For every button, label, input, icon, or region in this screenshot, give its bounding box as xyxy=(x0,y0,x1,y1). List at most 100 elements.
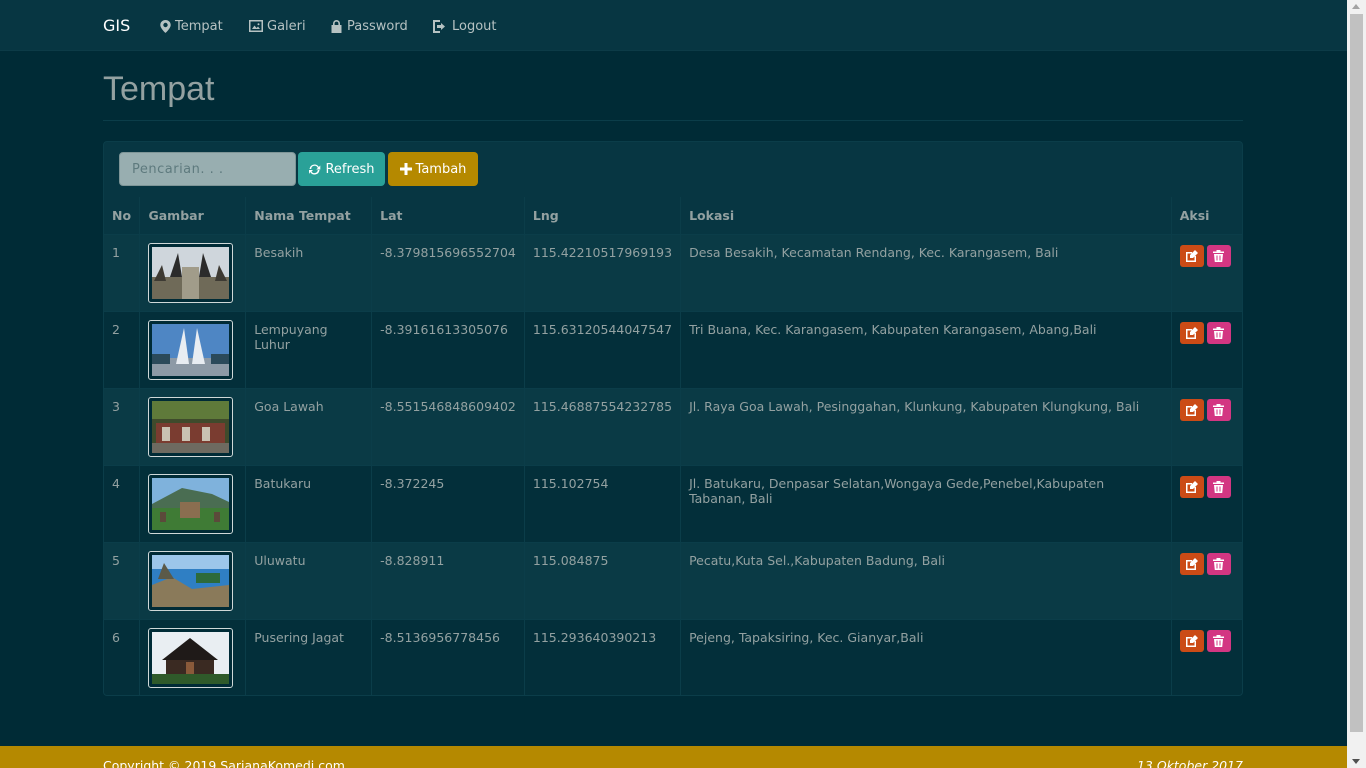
lock-icon xyxy=(331,19,342,33)
latitude: -8.5136956778456 xyxy=(371,618,525,695)
nav-item-label: Password xyxy=(347,18,408,34)
nav-item-logout[interactable]: Logout xyxy=(433,17,497,35)
location: Tri Buana, Kec. Karangasem, Kabupaten Ka… xyxy=(680,310,1172,388)
location: Desa Besakih, Kecamatan Rendang, Kec. Ka… xyxy=(680,233,1172,311)
edit-icon xyxy=(1185,480,1198,493)
nav-item-galeri[interactable]: Galeri xyxy=(249,17,306,35)
edit-button[interactable] xyxy=(1179,475,1204,498)
actions-cell xyxy=(1171,541,1242,619)
longitude: 115.084875 xyxy=(524,541,682,619)
edit-button[interactable] xyxy=(1179,244,1204,267)
row-number: 6 xyxy=(104,618,141,695)
copyright-text: Copyright © 2019 SarjanaKomedi.com xyxy=(103,758,345,768)
column-header-lng: Lng xyxy=(524,197,682,234)
image-cell xyxy=(139,310,247,388)
longitude: 115.102754 xyxy=(524,464,682,542)
delete-button[interactable] xyxy=(1206,475,1231,498)
edit-icon xyxy=(1185,326,1198,339)
latitude: -8.828911 xyxy=(371,541,525,619)
actions-cell xyxy=(1171,618,1242,695)
table-row: 6 Pusering Jagat -8.5136956778456 115.29… xyxy=(104,618,1242,695)
delete-button[interactable] xyxy=(1206,321,1231,344)
table-header-row: No Gambar Nama Tempat Lat Lng Lokasi Aks… xyxy=(104,197,1242,234)
image-cell xyxy=(139,387,247,465)
place-name: Pusering Jagat xyxy=(245,618,373,695)
scroll-thumb[interactable] xyxy=(1350,14,1363,732)
refresh-label: Refresh xyxy=(325,161,375,177)
temple-photo xyxy=(152,477,230,530)
place-name: Besakih xyxy=(245,233,373,311)
page-title: Tempat xyxy=(103,70,215,108)
temple-photo xyxy=(152,246,230,299)
actions-cell xyxy=(1171,387,1242,465)
brand[interactable]: GIS xyxy=(103,16,130,35)
place-name: Goa Lawah xyxy=(245,387,373,465)
nav-item-password[interactable]: Password xyxy=(330,17,408,35)
column-header-no: No xyxy=(104,197,141,234)
picture-icon xyxy=(249,20,263,32)
column-header-lat: Lat xyxy=(371,197,525,234)
temple-photo xyxy=(152,323,230,376)
place-thumbnail[interactable] xyxy=(148,473,234,534)
delete-button[interactable] xyxy=(1206,244,1231,267)
scroll-up-arrow[interactable] xyxy=(1352,4,1360,9)
location: Pejeng, Tapaksiring, Kec. Gianyar,Bali xyxy=(680,618,1172,695)
places-table: No Gambar Nama Tempat Lat Lng Lokasi Aks… xyxy=(104,197,1242,695)
places-panel: Refresh Tambah No Gambar Nama Tempat Lat… xyxy=(103,141,1243,696)
image-cell xyxy=(139,618,247,695)
edit-button[interactable] xyxy=(1179,629,1204,652)
longitude: 115.63120544047547 xyxy=(524,310,682,388)
image-cell xyxy=(139,233,247,311)
vertical-scrollbar[interactable] xyxy=(1347,0,1366,768)
place-name: Lempuyang Luhur xyxy=(245,310,373,388)
location: Jl. Batukaru, Denpasar Selatan,Wongaya G… xyxy=(680,464,1172,542)
longitude: 115.42210517969193 xyxy=(524,233,682,311)
scroll-down-arrow[interactable] xyxy=(1352,759,1360,764)
delete-button[interactable] xyxy=(1206,552,1231,575)
edit-button[interactable] xyxy=(1179,321,1204,344)
table-row: 3 Goa Lawah -8.551546848609402 115.46887… xyxy=(104,387,1242,465)
location: Jl. Raya Goa Lawah, Pesinggahan, Klunkun… xyxy=(680,387,1172,465)
actions-cell xyxy=(1171,233,1242,311)
place-thumbnail[interactable] xyxy=(148,319,234,380)
place-name: Uluwatu xyxy=(245,541,373,619)
temple-photo xyxy=(152,554,230,607)
place-thumbnail[interactable] xyxy=(148,627,234,688)
place-thumbnail[interactable] xyxy=(148,396,234,457)
divider xyxy=(103,120,1243,121)
image-cell xyxy=(139,464,247,542)
edit-icon xyxy=(1185,557,1198,570)
trash-icon xyxy=(1213,634,1225,647)
delete-button[interactable] xyxy=(1206,398,1231,421)
latitude: -8.379815696552704 xyxy=(371,233,525,311)
trash-icon xyxy=(1213,557,1225,570)
row-number: 5 xyxy=(104,541,141,619)
place-thumbnail[interactable] xyxy=(148,242,234,303)
nav-item-tempat[interactable]: Tempat xyxy=(160,17,223,35)
nav-item-label: Galeri xyxy=(267,18,306,34)
row-number: 2 xyxy=(104,310,141,388)
search-input[interactable] xyxy=(119,152,296,186)
table-row: 2 Lempuyang Luhur -8.39161613305076 115.… xyxy=(104,310,1242,388)
table-row: 1 Besakih -8.379815696552704 115.4221051… xyxy=(104,233,1242,311)
edit-button[interactable] xyxy=(1179,398,1204,421)
plus-icon xyxy=(399,163,412,175)
temple-photo xyxy=(152,631,230,684)
add-place-button[interactable]: Tambah xyxy=(388,152,478,186)
longitude: 115.46887554232785 xyxy=(524,387,682,465)
trash-icon xyxy=(1213,326,1225,339)
image-cell xyxy=(139,541,247,619)
delete-button[interactable] xyxy=(1206,629,1231,652)
latitude: -8.39161613305076 xyxy=(371,310,525,388)
edit-icon xyxy=(1185,634,1198,647)
actions-cell xyxy=(1171,464,1242,542)
refresh-button[interactable]: Refresh xyxy=(298,152,385,186)
footer: Copyright © 2019 SarjanaKomedi.com 13 Ok… xyxy=(0,746,1347,768)
edit-button[interactable] xyxy=(1179,552,1204,575)
latitude: -8.551546848609402 xyxy=(371,387,525,465)
actions-cell xyxy=(1171,310,1242,388)
row-number: 3 xyxy=(104,387,141,465)
map-marker-icon xyxy=(160,19,171,33)
place-thumbnail[interactable] xyxy=(148,550,234,611)
edit-icon xyxy=(1185,249,1198,262)
